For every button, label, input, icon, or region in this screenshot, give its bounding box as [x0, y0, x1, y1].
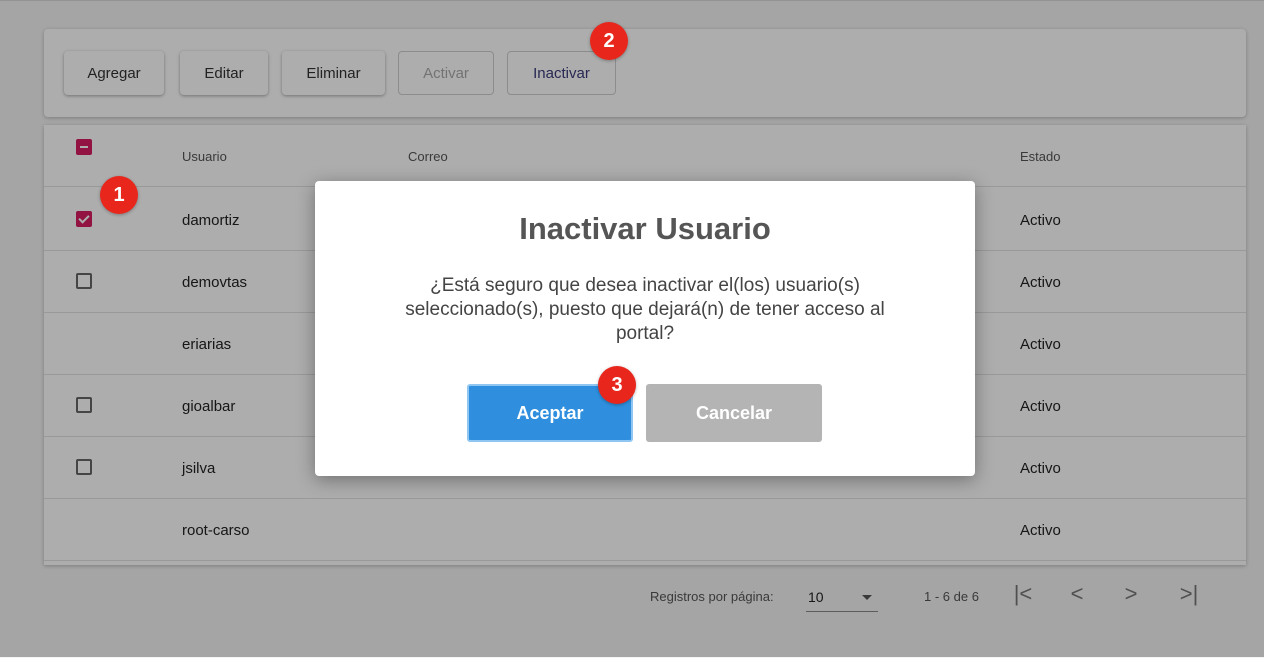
step-badge-2: 2	[590, 22, 628, 60]
cancel-button[interactable]: Cancelar	[646, 384, 822, 442]
deactivate-user-dialog: Inactivar Usuario ¿Está seguro que desea…	[315, 181, 975, 476]
step-badge-1: 1	[100, 176, 138, 214]
dialog-message: ¿Está seguro que desea inactivar el(los)…	[405, 275, 885, 344]
step-badge-3: 3	[598, 366, 636, 404]
dialog-title: Inactivar Usuario	[519, 211, 771, 246]
